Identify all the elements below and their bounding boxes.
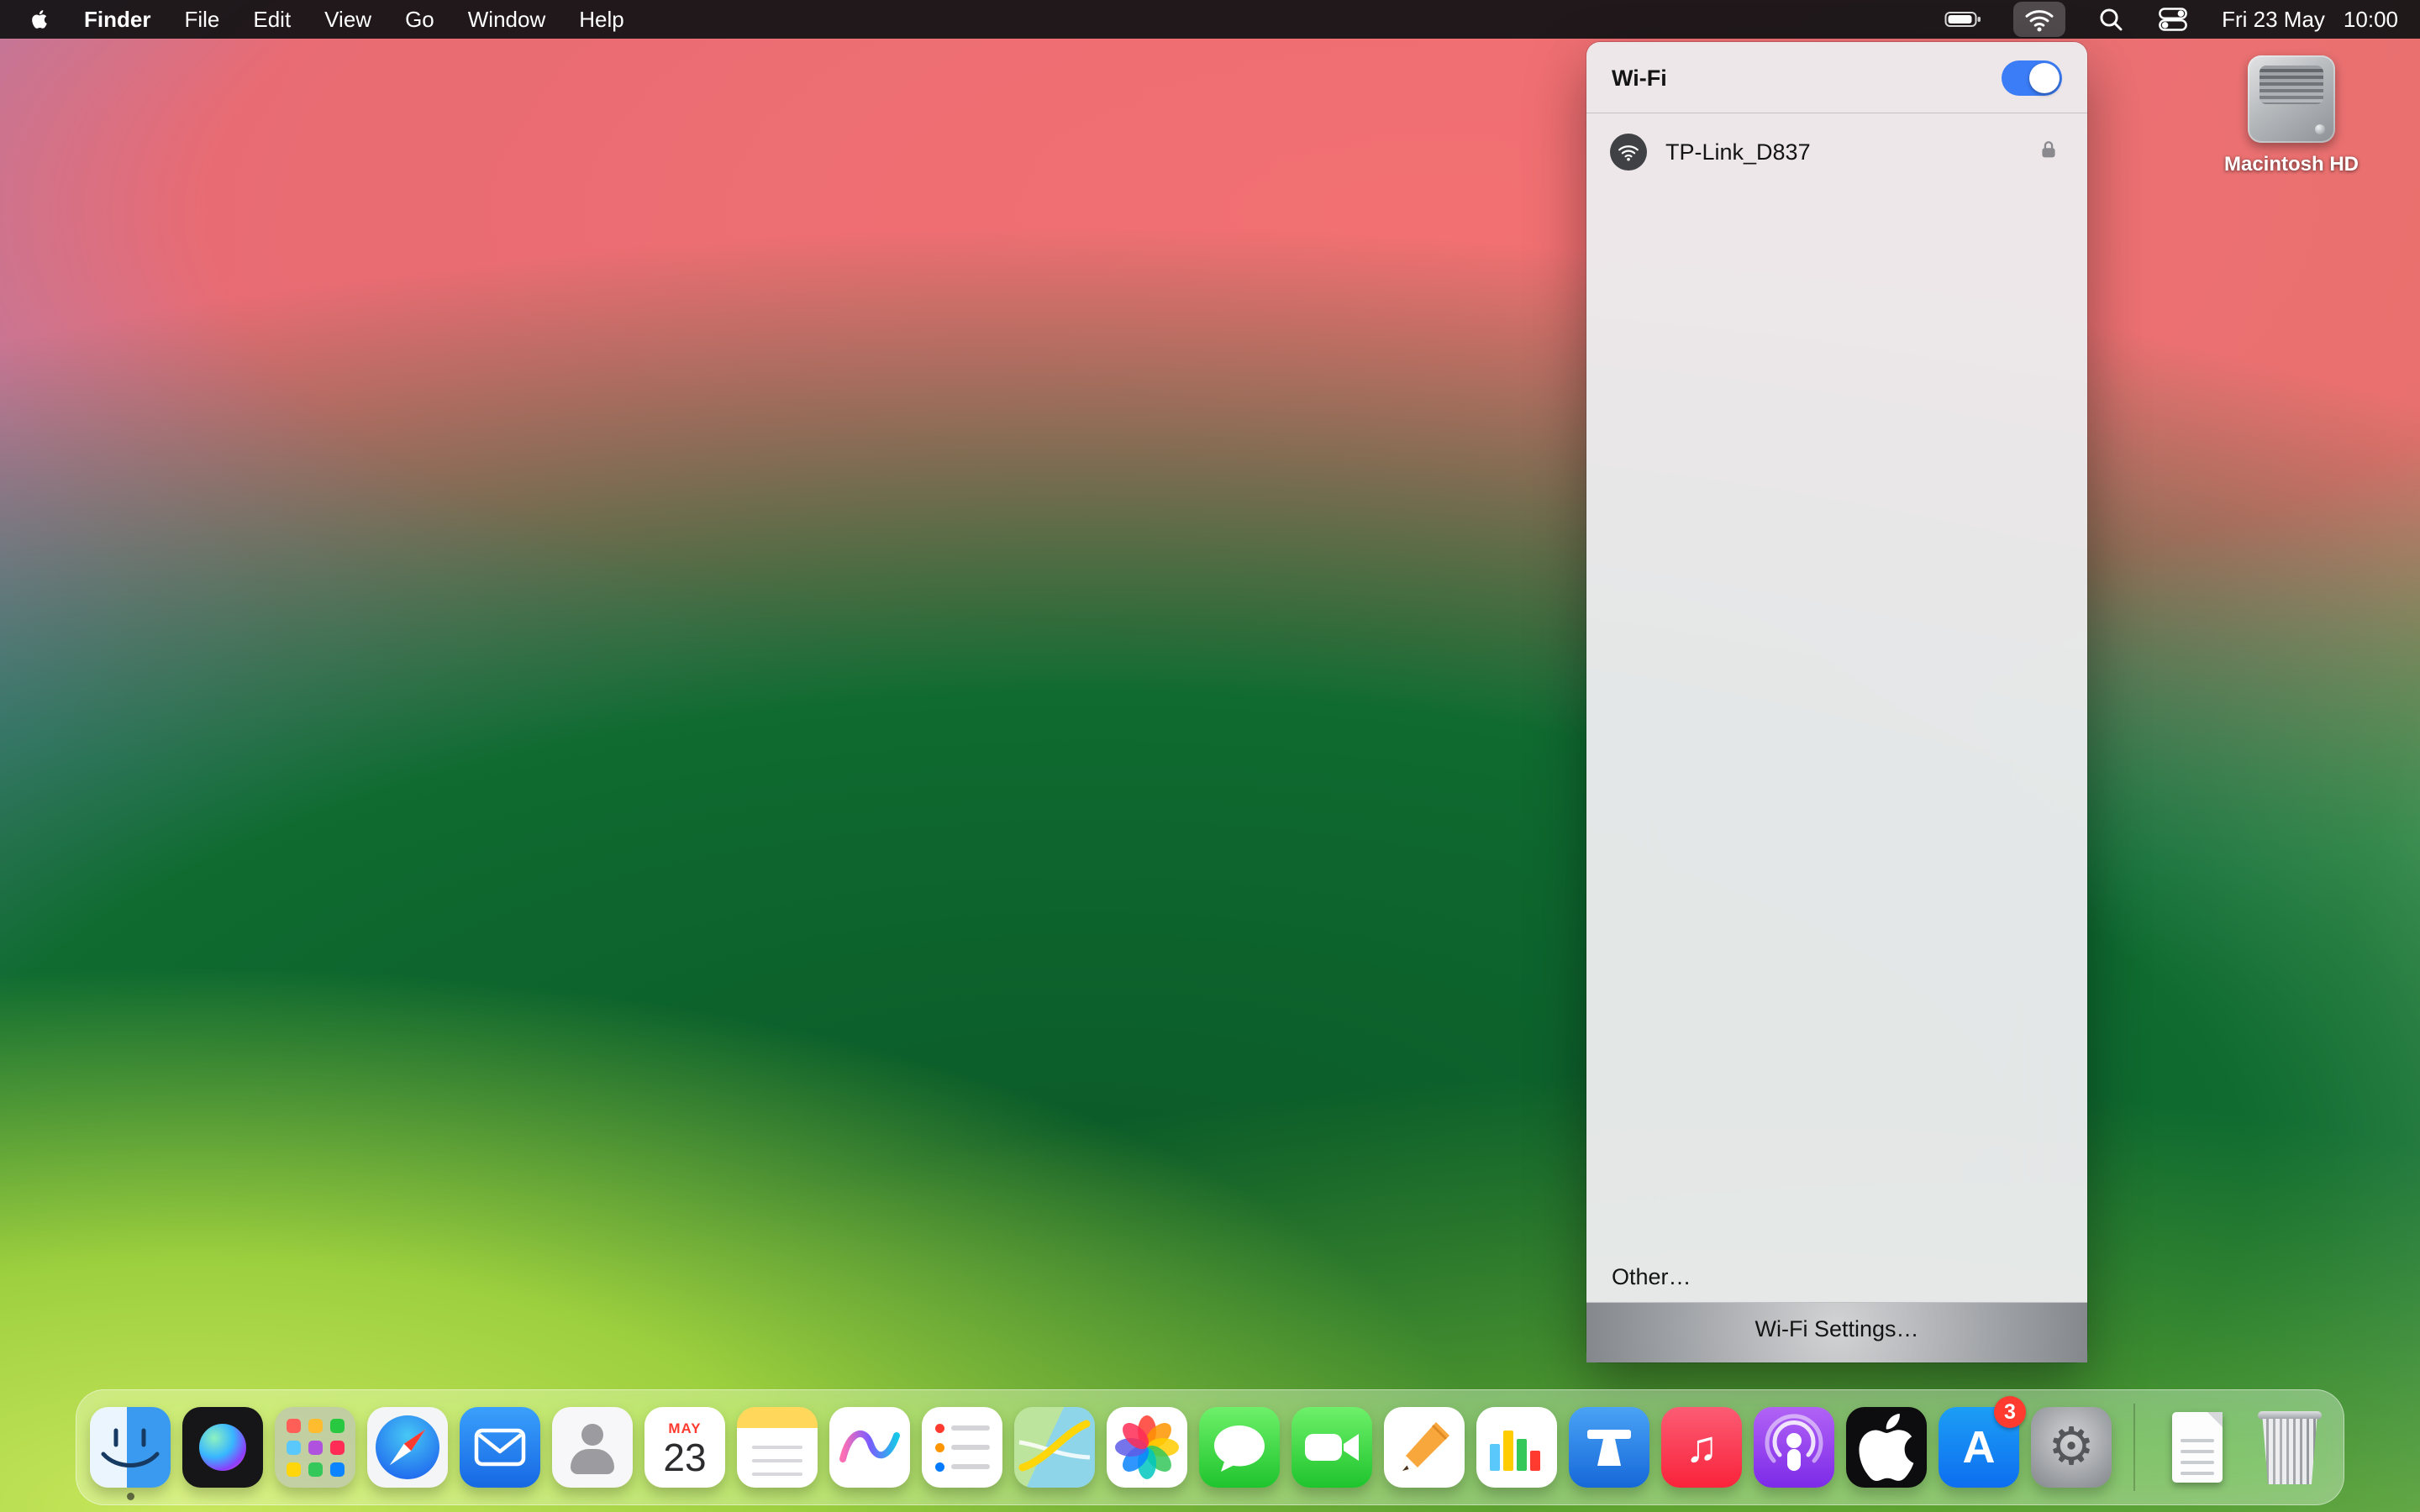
dock-numbers-icon[interactable] xyxy=(1476,1407,1557,1488)
menu-help[interactable]: Help xyxy=(579,7,623,33)
wifi-toggle[interactable] xyxy=(2002,60,2062,96)
menu-file[interactable]: File xyxy=(184,7,219,33)
dock-launchpad-icon[interactable] xyxy=(275,1407,355,1488)
menu-time: 10:00 xyxy=(2344,7,2398,33)
network-wifi-icon xyxy=(1610,134,1647,171)
network-name: TP-Link_D837 xyxy=(1665,139,2018,165)
calendar-day: 23 xyxy=(663,1437,706,1478)
panel-spacer xyxy=(1586,191,2087,1252)
app-store-letter: A xyxy=(1963,1421,1996,1473)
wifi-icon xyxy=(2023,7,2055,32)
dock-trash-icon[interactable] xyxy=(2249,1407,2330,1488)
menu-view[interactable]: View xyxy=(324,7,371,33)
dock-finder-icon[interactable] xyxy=(90,1407,171,1488)
control-center-status[interactable] xyxy=(2158,7,2188,32)
dock: MAY 23 xyxy=(76,1389,2344,1505)
dock-siri-icon[interactable] xyxy=(182,1407,263,1488)
dock-system-settings-icon[interactable]: ⚙ xyxy=(2031,1407,2112,1488)
dock-separator xyxy=(2133,1404,2135,1491)
apple-logo-icon xyxy=(1846,1407,1927,1488)
apple-logo-icon xyxy=(29,8,50,30)
wifi-popover: Wi-Fi TP-Link_D837 Other… Wi-Fi Settings… xyxy=(1586,42,2087,1362)
wifi-status[interactable] xyxy=(2013,2,2065,37)
lock-icon xyxy=(2037,138,2060,167)
battery-icon xyxy=(1944,10,1981,29)
spotlight-status[interactable] xyxy=(2097,6,2124,33)
desktop-volume-macintosh-hd[interactable]: Macintosh HD xyxy=(2203,55,2380,176)
dock-mail-icon[interactable] xyxy=(460,1407,540,1488)
other-networks-button[interactable]: Other… xyxy=(1586,1252,2087,1302)
dock-pages-icon[interactable] xyxy=(1384,1407,1465,1488)
wifi-network-row[interactable]: TP-Link_D837 xyxy=(1586,113,2087,191)
dock-safari-icon[interactable] xyxy=(367,1407,448,1488)
menu-bar: Finder File Edit View Go Window Help xyxy=(0,0,2420,39)
search-icon xyxy=(2097,6,2124,33)
menu-clock[interactable]: Fri 23 May 10:00 xyxy=(2222,7,2398,33)
dock-freeform-icon[interactable] xyxy=(829,1407,910,1488)
dock-tv-icon[interactable]: tv xyxy=(1846,1407,1927,1488)
dock-messages-icon[interactable] xyxy=(1199,1407,1280,1488)
menu-edit[interactable]: Edit xyxy=(253,7,291,33)
volume-label: Macintosh HD xyxy=(2224,153,2359,176)
dock-facetime-icon[interactable] xyxy=(1292,1407,1372,1488)
wifi-settings-button[interactable]: Wi-Fi Settings… xyxy=(1586,1303,2087,1362)
wifi-panel-title: Wi-Fi xyxy=(1612,66,1667,92)
menu-date: Fri 23 May xyxy=(2222,7,2325,33)
dock-photos-icon[interactable] xyxy=(1107,1407,1187,1488)
gear-icon: ⚙ xyxy=(2048,1421,2095,1473)
dock-calendar-icon[interactable]: MAY 23 xyxy=(644,1407,725,1488)
menu-window[interactable]: Window xyxy=(468,7,545,33)
dock-contacts-icon[interactable] xyxy=(552,1407,633,1488)
battery-status[interactable] xyxy=(1944,10,1981,29)
menu-finder[interactable]: Finder xyxy=(84,7,150,33)
dock-notes-icon[interactable] xyxy=(737,1407,818,1488)
hard-drive-icon xyxy=(2248,55,2335,143)
calendar-month: MAY xyxy=(668,1420,701,1437)
music-note-glyph: ♫ xyxy=(1686,1422,1718,1473)
dock-document-icon[interactable] xyxy=(2157,1407,2238,1488)
dock-music-icon[interactable]: ♫ xyxy=(1661,1407,1742,1488)
dock-keynote-icon[interactable] xyxy=(1569,1407,1649,1488)
dock-maps-icon[interactable] xyxy=(1014,1407,1095,1488)
app-store-badge: 3 xyxy=(1994,1396,2026,1428)
dock-reminders-icon[interactable] xyxy=(922,1407,1002,1488)
menu-go[interactable]: Go xyxy=(405,7,434,33)
apple-menu[interactable] xyxy=(29,8,50,30)
finder-running-indicator xyxy=(127,1493,134,1500)
control-center-icon xyxy=(2158,7,2188,32)
dock-podcasts-icon[interactable] xyxy=(1754,1407,1834,1488)
